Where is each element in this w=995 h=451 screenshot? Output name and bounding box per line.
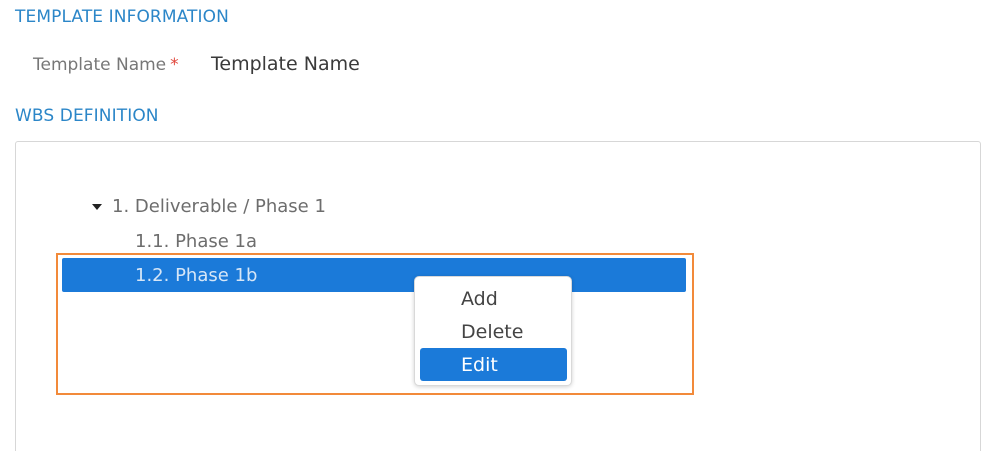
template-information-heading: TEMPLATE INFORMATION bbox=[15, 7, 229, 27]
required-marker: * bbox=[170, 55, 179, 75]
highlight-frame bbox=[56, 253, 694, 395]
menu-item-delete[interactable]: Delete bbox=[420, 315, 567, 348]
menu-item-edit[interactable]: Edit bbox=[420, 348, 567, 381]
template-name-field[interactable]: Template Name bbox=[211, 53, 360, 75]
tree-node-phase-1a[interactable]: 1.1. Phase 1a bbox=[135, 231, 257, 252]
tree-node-label: 1. Deliverable / Phase 1 bbox=[112, 196, 326, 217]
wbs-definition-heading: WBS DEFINITION bbox=[15, 106, 159, 126]
page: TEMPLATE INFORMATION Template Name * Tem… bbox=[0, 0, 995, 451]
tree-node-label: 1.1. Phase 1a bbox=[135, 231, 258, 252]
template-name-row: Template Name * Template Name bbox=[33, 52, 360, 78]
menu-item-add[interactable]: Add bbox=[420, 282, 567, 315]
tree-node-deliverable-phase-1[interactable]: 1. Deliverable / Phase 1 bbox=[92, 196, 326, 217]
template-name-label: Template Name bbox=[33, 55, 167, 75]
caret-down-icon[interactable] bbox=[92, 204, 102, 210]
context-menu: Add Delete Edit bbox=[414, 276, 572, 386]
